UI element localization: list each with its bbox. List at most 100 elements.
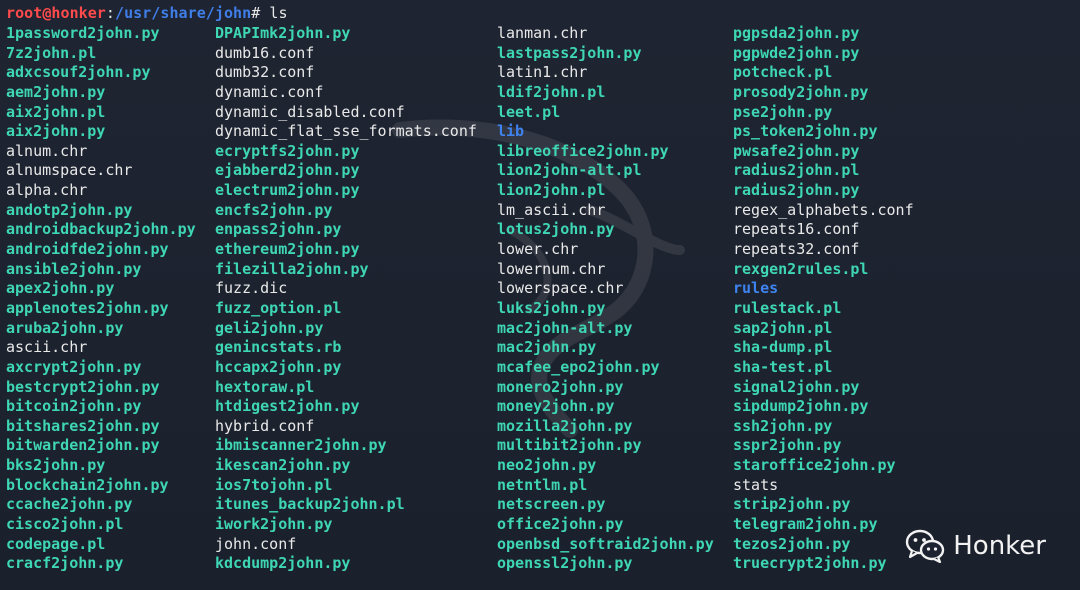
file-entry: repeats32.conf: [733, 240, 860, 259]
file-entry: office2john.py: [497, 515, 624, 534]
file-entry: lotus2john.py: [497, 220, 615, 239]
file-entry: ssh2john.py: [733, 416, 833, 435]
file-entry: enpass2john.py: [215, 220, 342, 239]
file-entry: ps_token2john.py: [733, 122, 878, 141]
file-entry: mcafee_epo2john.py: [497, 357, 660, 376]
file-entry: lower.chr: [497, 240, 579, 259]
file-entry: mac2john-alt.py: [497, 318, 633, 337]
file-entry: mac2john.py: [497, 338, 597, 357]
file-entry: ibmiscanner2john.py: [215, 436, 387, 455]
file-entry: latin1.chr: [497, 63, 588, 82]
file-entry: monero2john.py: [497, 377, 624, 396]
file-entry: aix2john.pl: [6, 102, 106, 121]
directory-entry: rules: [733, 279, 779, 298]
file-entry: codepage.pl: [6, 534, 106, 553]
file-entry: lion2john.pl: [497, 181, 606, 200]
file-entry: adxcsouf2john.py: [6, 63, 151, 82]
file-entry: fuzz_option.pl: [215, 298, 342, 317]
file-entry: pse2john.py: [733, 102, 833, 121]
file-entry: pgpwde2john.py: [733, 43, 860, 62]
file-entry: 7z2john.pl: [6, 43, 97, 62]
file-entry: radius2john.py: [733, 181, 860, 200]
file-entry: filezilla2john.py: [215, 259, 369, 278]
file-entry: andotp2john.py: [6, 200, 133, 219]
file-entry: money2john.py: [497, 397, 615, 416]
file-entry: axcrypt2john.py: [6, 357, 142, 376]
file-entry: aruba2john.py: [6, 318, 124, 337]
file-entry: sspr2john.py: [733, 436, 842, 455]
file-entry: tezos2john.py: [733, 534, 851, 553]
file-entry: dumb16.conf: [215, 43, 315, 62]
file-entry: electrum2john.py: [215, 181, 360, 200]
file-entry: strip2john.py: [733, 495, 851, 514]
file-entry: openssl2john.py: [497, 554, 633, 573]
file-entry: androidbackup2john.py: [6, 220, 196, 239]
file-entry: hccapx2john.py: [215, 357, 342, 376]
prompt-symbol: #: [251, 4, 261, 22]
file-entry: geli2john.py: [215, 318, 324, 337]
file-entry: pwsafe2john.py: [733, 141, 860, 160]
listing-column-4: pgpsda2john.py pgpwde2john.py potcheck.pl p…: [733, 24, 914, 574]
file-entry: truecrypt2john.py: [733, 554, 887, 573]
file-entry: ikescan2john.py: [215, 456, 351, 475]
file-entry: multibit2john.py: [497, 436, 642, 455]
file-entry: stats: [733, 475, 779, 494]
file-entry: itunes_backup2john.pl: [215, 495, 405, 514]
prompt-separator: :: [105, 4, 115, 22]
watermark-text: Honker: [953, 531, 1046, 561]
file-entry: ecryptfs2john.py: [215, 141, 360, 160]
file-entry: potcheck.pl: [733, 63, 833, 82]
file-entry: iwork2john.py: [215, 515, 333, 534]
file-entry: ascii.chr: [6, 338, 88, 357]
file-entry: telegram2john.py: [733, 515, 878, 534]
file-entry: htdigest2john.py: [215, 397, 360, 416]
file-entry: dynamic_disabled.conf: [215, 102, 405, 121]
listing-column-3: lanman.chr lastpass2john.py latin1.chr ldif…: [497, 24, 714, 574]
file-entry: leet.pl: [497, 102, 561, 121]
file-entry: sipdump2john.py: [733, 397, 869, 416]
file-entry: luks2john.py: [497, 298, 606, 317]
file-entry: regex_alphabets.conf: [733, 200, 914, 219]
file-entry: genincstats.rb: [215, 338, 342, 357]
file-entry: rulestack.pl: [733, 298, 842, 317]
file-entry: signal2john.py: [733, 377, 860, 396]
wechat-icon: [906, 529, 945, 563]
file-entry: cisco2john.pl: [6, 515, 124, 534]
file-entry: netntlm.pl: [497, 475, 588, 494]
file-entry: hybrid.conf: [215, 416, 315, 435]
file-entry: androidfde2john.py: [6, 240, 169, 259]
file-entry: blockchain2john.py: [6, 475, 169, 494]
file-entry: radius2john.pl: [733, 161, 860, 180]
listing-column-2: DPAPImk2john.py dumb16.conf dumb32.conf dyn…: [215, 24, 477, 574]
file-entry: aix2john.py: [6, 122, 106, 141]
file-entry: applenotes2john.py: [6, 298, 169, 317]
file-entry: pgpsda2john.py: [733, 24, 860, 42]
file-entry: ldif2john.pl: [497, 82, 606, 101]
file-entry: bitcoin2john.py: [6, 397, 142, 416]
file-entry: ejabberd2john.py: [215, 161, 360, 180]
file-entry: bestcrypt2john.py: [6, 377, 160, 396]
file-entry: sha-dump.pl: [733, 338, 833, 357]
file-entry: netscreen.py: [497, 495, 606, 514]
file-entry: lion2john-alt.pl: [497, 161, 642, 180]
prompt-line[interactable]: root@honker:/usr/share/john# ls: [6, 4, 288, 24]
file-entry: neo2john.py: [497, 456, 597, 475]
command-text: ls: [269, 4, 288, 22]
file-entry: ethereum2john.py: [215, 240, 360, 259]
file-entry: fuzz.dic: [215, 279, 288, 298]
file-entry: ios7tojohn.pl: [215, 475, 333, 494]
prompt-path: /usr/share/john: [114, 4, 252, 22]
listing-column-1: 1password2john.py 7z2john.pl adxcsouf2john…: [6, 24, 196, 574]
file-entry: mozilla2john.py: [497, 416, 633, 435]
file-entry: lastpass2john.py: [497, 43, 642, 62]
file-entry: aem2john.py: [6, 82, 106, 101]
terminal-window[interactable]: root@honker:/usr/share/john# ls 1passwor…: [0, 0, 1080, 590]
file-entry: alnum.chr: [6, 141, 88, 160]
file-entry: dynamic_flat_sse_formats.conf: [215, 122, 477, 141]
file-entry: bitshares2john.py: [6, 416, 160, 435]
prompt-user-host: root@honker: [6, 4, 106, 22]
file-entry: ansible2john.py: [6, 259, 142, 278]
file-entry: DPAPImk2john.py: [215, 24, 351, 42]
file-entry: sha-test.pl: [733, 357, 833, 376]
file-entry: repeats16.conf: [733, 220, 860, 239]
